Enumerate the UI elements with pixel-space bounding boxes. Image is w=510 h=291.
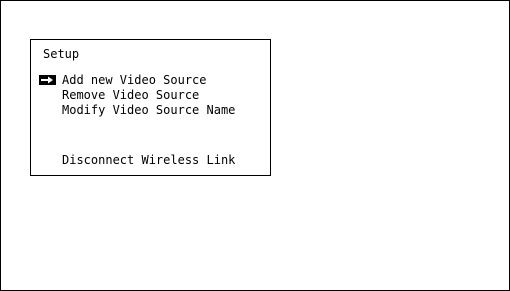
menu-item-add-video-source[interactable]: Add new Video Source: [62, 74, 207, 87]
screen-frame: Setup Add new Video Source Remove Video …: [0, 0, 510, 291]
right-arrow-icon: [39, 75, 56, 85]
setup-menu-panel: Setup Add new Video Source Remove Video …: [30, 39, 271, 176]
panel-title: Setup: [43, 47, 80, 61]
menu-item-remove-video-source[interactable]: Remove Video Source: [62, 89, 199, 102]
menu-item-disconnect-wireless-link[interactable]: Disconnect Wireless Link: [62, 154, 235, 167]
menu-item-modify-video-source-name[interactable]: Modify Video Source Name: [62, 104, 235, 117]
